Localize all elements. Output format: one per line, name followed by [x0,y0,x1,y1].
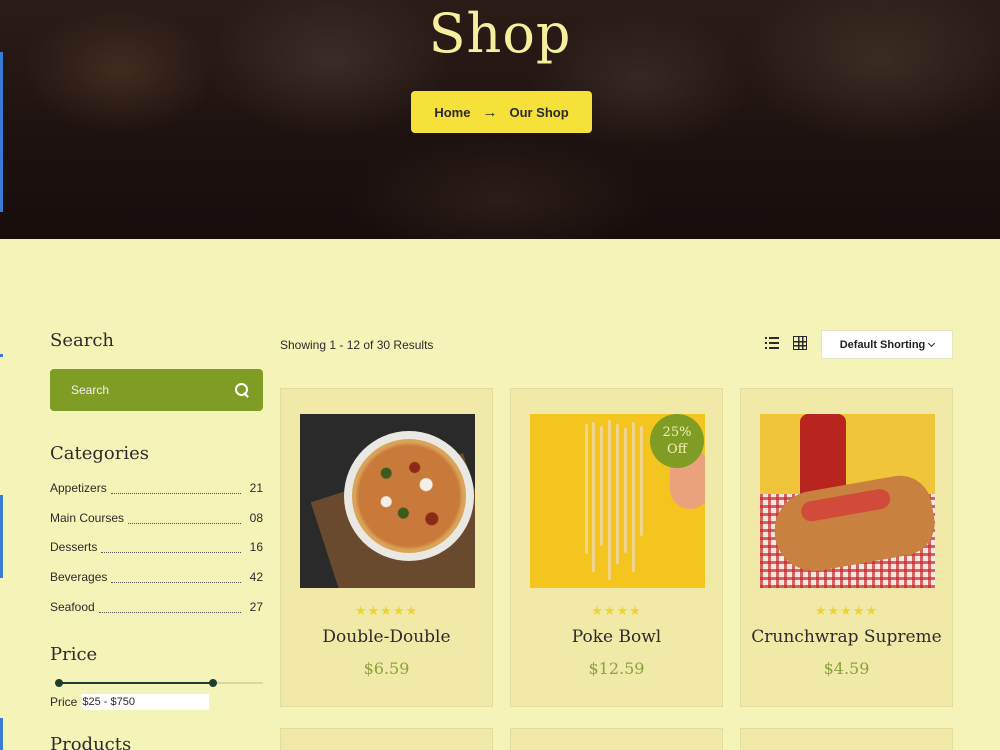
category-list: Appetizers 21 Main Courses 08 Desserts 1… [50,481,263,629]
results-count: Showing 1 - 12 of 30 Results [280,338,434,352]
breadcrumb-current: Our Shop [509,104,569,120]
price-readout: Price $25 - $750 [50,694,210,710]
list-view-icon[interactable] [765,336,779,350]
price-widget-title: Price [50,644,98,665]
category-count: 42 [249,570,263,585]
left-edge-accent [0,718,3,750]
category-item[interactable]: Appetizers 21 [50,481,263,511]
sort-dropdown[interactable]: Default Shorting [821,330,953,359]
product-card[interactable]: ★★★★★ Crunchwrap Supreme $4.59 [740,388,953,707]
product-card[interactable] [740,728,953,750]
grid-view-icon[interactable] [793,336,807,350]
leader-dots [101,540,241,554]
product-name[interactable]: Crunchwrap Supreme [741,627,952,647]
left-edge-accent [0,52,3,212]
leader-dots [98,600,241,613]
left-edge-accent [0,495,3,578]
left-edge-accent [0,354,3,357]
discount-badge: 25% Off [650,414,704,468]
category-count: 08 [249,510,263,525]
product-image[interactable]: 25% Off [530,414,705,588]
breadcrumb-home-link[interactable]: Home [434,105,470,120]
arrow-right-icon: → [482,103,498,121]
product-card[interactable] [280,728,493,750]
slider-max-handle[interactable] [209,679,217,687]
product-card[interactable]: 25% Off ★★★★ Poke Bowl $12.59 [510,388,723,707]
category-item[interactable]: Beverages 42 [50,570,263,600]
category-item[interactable]: Main Courses 08 [50,511,263,541]
categories-widget-title: Categories [50,443,149,464]
rating-stars: ★★★★ [591,603,642,618]
category-count: 16 [249,540,263,555]
leader-dots [111,570,241,584]
slider-range [58,682,214,684]
product-price: $4.59 [823,659,870,678]
rating-stars: ★★★★★ [814,603,879,618]
price-value: $25 - $750 [81,694,210,710]
product-image[interactable] [300,414,475,588]
chevron-down-icon [928,339,936,347]
product-price: $12.59 [588,659,645,678]
category-count: 21 [249,481,263,495]
product-card[interactable] [510,728,723,750]
product-image[interactable] [760,414,935,588]
category-item[interactable]: Desserts 16 [50,540,263,570]
search-icon[interactable] [235,383,249,397]
rating-stars: ★★★★★ [354,603,419,618]
price-range-slider[interactable] [55,679,263,687]
sort-label: Default Shorting [839,338,926,351]
category-label: Beverages [50,570,108,585]
product-name[interactable]: Double-Double [281,627,492,647]
category-label: Seafood [50,599,95,614]
leader-dots [128,511,241,524]
category-count: 27 [249,599,263,614]
leader-dots [110,481,241,494]
category-label: Desserts [50,540,98,555]
category-label: Appetizers [50,481,107,495]
category-label: Main Courses [50,510,125,525]
slider-min-handle[interactable] [55,679,63,687]
product-price: $6.59 [363,659,410,678]
search-widget-title: Search [50,330,114,351]
search-form [50,369,263,411]
price-label: Price [50,695,78,709]
breadcrumb: Home → Our Shop [411,91,592,133]
category-item[interactable]: Seafood 27 [50,600,263,630]
product-card[interactable]: ★★★★★ Double-Double $6.59 [280,388,493,707]
product-name[interactable]: Poke Bowl [511,627,722,647]
search-input[interactable] [71,383,221,397]
products-widget-title: Products [50,734,132,750]
hero-banner: Shop Home → Our Shop [0,0,1000,239]
page-title: Shop [428,2,572,65]
